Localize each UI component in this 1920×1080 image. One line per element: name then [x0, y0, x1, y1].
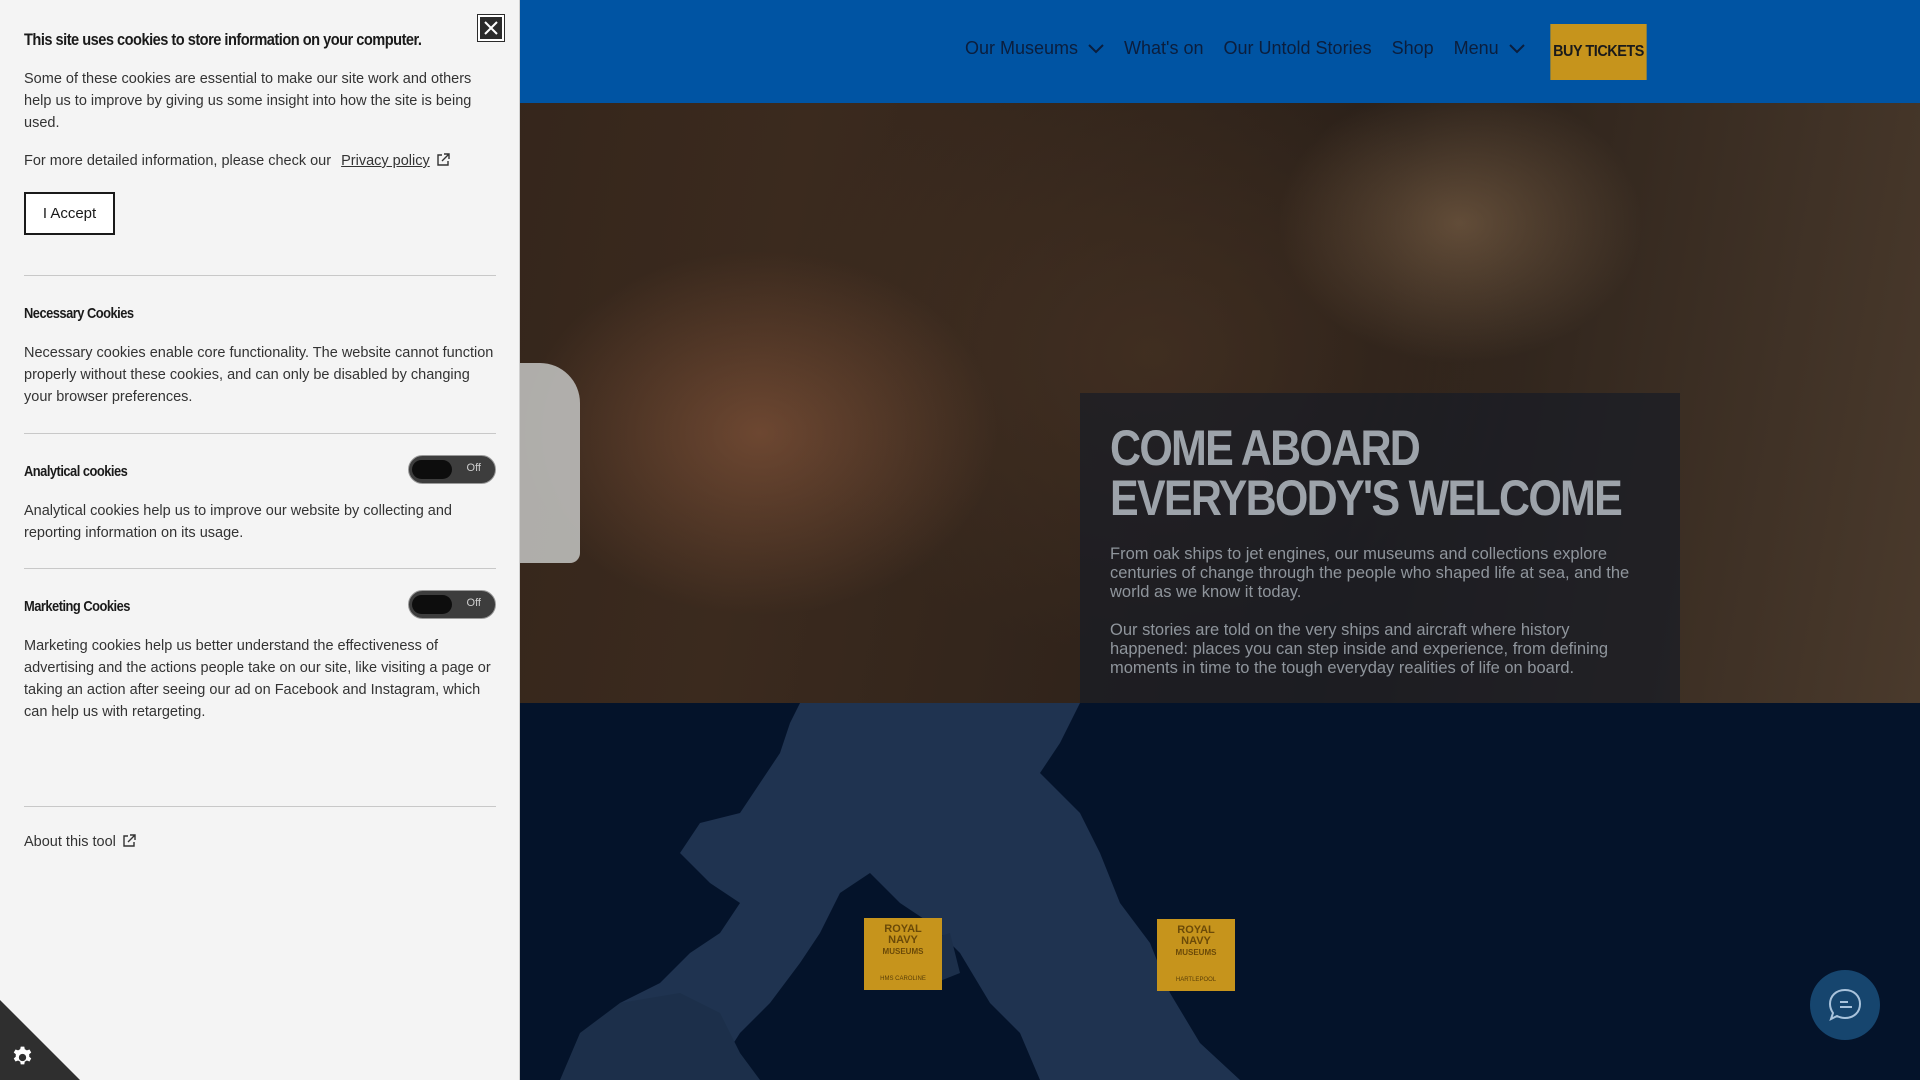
accept-button[interactable]: I Accept [24, 192, 115, 235]
toggle-knob [412, 595, 452, 614]
marketing-cookies-heading: Marketing Cookies [24, 598, 130, 615]
analytical-cookies-text: Analytical cookies help us to improve ou… [24, 503, 452, 541]
toggle-state-label: Off [466, 462, 481, 474]
chevron-down-icon [1088, 43, 1104, 53]
hero-paragraph: Our stories are told on the very ships a… [1110, 621, 1609, 677]
chevron-down-icon [1508, 43, 1525, 53]
pin-caption: HARTLEPOOL [1175, 977, 1217, 983]
external-link-icon [437, 153, 450, 166]
nav-label: What's on [1124, 38, 1204, 58]
royal-navy-museums-logo: ROYAL NAVY MUSEUMS [872, 924, 934, 974]
buy-tickets-button[interactable]: BUY TICKETS [1550, 24, 1647, 80]
analytical-cookies-toggle[interactable]: Off [408, 455, 496, 484]
nav-label: Shop [1391, 38, 1434, 58]
necessary-cookies-heading: Necessary Cookies [24, 305, 134, 322]
hero-card: COME ABOARD EVERYBODY'S WELCOME From oak… [1080, 393, 1680, 703]
divider [24, 806, 496, 807]
marketing-cookies-toggle[interactable]: Off [408, 590, 496, 619]
more-info-text: For more detailed information, please ch… [24, 153, 332, 169]
about-link-label: About this tool [24, 834, 116, 850]
close-button[interactable] [477, 14, 505, 42]
map-pin-hartlepool[interactable]: ROYAL NAVY MUSEUMS HARTLEPOOL [1157, 919, 1235, 991]
nav-whats-on[interactable]: What's on [1124, 38, 1203, 59]
logo-line: MUSEUMS [882, 947, 924, 956]
privacy-policy-link[interactable]: Privacy policy [341, 153, 450, 169]
toggle-knob [412, 460, 452, 479]
divider [24, 568, 496, 569]
chat-icon [1828, 988, 1862, 1021]
necessary-cookies-text: Necessary cookies enable core functional… [24, 345, 494, 405]
logo-line: NAVY [888, 934, 918, 946]
divider [24, 433, 496, 434]
pin-caption: HMS CAROLINE [880, 976, 926, 982]
hero-paragraph: From oak ships to jet engines, our museu… [1110, 545, 1630, 601]
royal-navy-museums-logo: ROYAL NAVY MUSEUMS [1165, 925, 1227, 975]
gear-icon [13, 1046, 32, 1065]
nav-menu[interactable]: Menu [1454, 38, 1525, 59]
nav-label: Our Museums [965, 38, 1079, 58]
marketing-cookies-text: Marketing cookies help us better underst… [24, 638, 491, 720]
logo-line: NAVY [1181, 935, 1211, 947]
cookie-title: This site uses cookies to store informat… [24, 30, 422, 49]
privacy-link-label: Privacy policy [341, 153, 430, 169]
nav-label: Menu [1453, 38, 1499, 58]
map-pin-hms-caroline[interactable]: ROYAL NAVY MUSEUMS HMS CAROLINE [864, 918, 942, 990]
external-link-icon [123, 834, 136, 847]
cookie-more-info: For more detailed information, please ch… [24, 150, 496, 172]
close-icon [484, 21, 498, 35]
divider [24, 275, 496, 276]
nav-our-museums[interactable]: Our Museums [965, 38, 1104, 59]
nav-shop[interactable]: Shop [1392, 38, 1434, 59]
hero-title: COME ABOARD EVERYBODY'S WELCOME [1110, 420, 1623, 526]
analytical-cookies-heading: Analytical cookies [24, 463, 128, 480]
chat-button[interactable] [1810, 970, 1880, 1040]
nav-untold-stories[interactable]: Our Untold Stories [1224, 38, 1372, 59]
nav-label: Our Untold Stories [1223, 38, 1372, 58]
cookie-consent-panel: This site uses cookies to store informat… [0, 0, 520, 1080]
about-this-tool-link[interactable]: About this tool [24, 834, 136, 850]
main-nav: Our Museums What's on Our Untold Stories… [965, 38, 1545, 59]
cookie-intro: Some of these cookies are essential to m… [24, 71, 472, 131]
logo-line: MUSEUMS [1175, 948, 1217, 957]
toggle-state-label: Off [466, 597, 481, 609]
